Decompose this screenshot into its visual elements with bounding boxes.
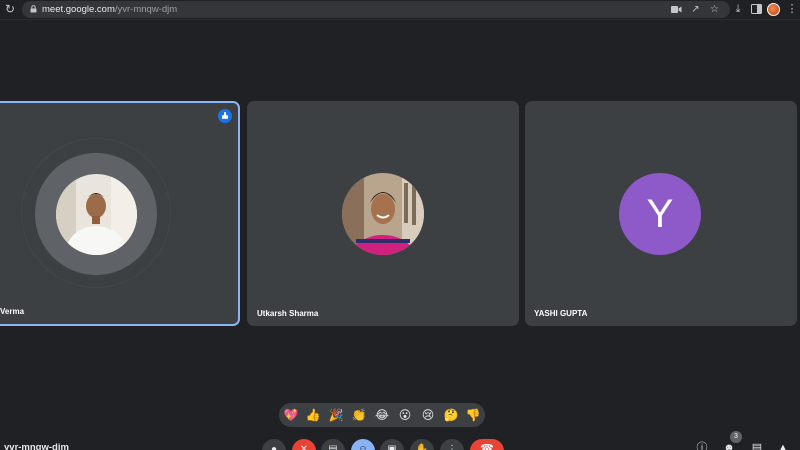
browser-toolbar: ↻ meet.google.com/yvr-mnqw-djm ↗ ☆ ⤓ ⋮ (0, 0, 800, 20)
reactions-button[interactable]: ☺ (351, 439, 375, 450)
reaction-surprised[interactable]: 😮 (397, 407, 413, 423)
leave-call-button[interactable]: ☎ (470, 439, 504, 450)
reaction-heart[interactable]: 💖 (283, 407, 299, 423)
raise-hand-button[interactable]: ✋ (410, 439, 434, 450)
url-text[interactable]: meet.google.com/yvr-mnqw-djm (42, 3, 177, 16)
captions-button[interactable]: ▤ (321, 439, 345, 450)
participant-name: YASHI GUPTA (534, 309, 588, 318)
reactions-bar: 💖 👍 🎉 👏 😂 😮 😢 🤔 👎 (279, 403, 485, 427)
profile-avatar[interactable] (767, 3, 780, 16)
people-icon[interactable]: ☻ (722, 441, 736, 450)
reaction-party-popper[interactable]: 🎉 (328, 407, 344, 423)
reaction-thumbs-down[interactable]: 👎 (465, 407, 481, 423)
avatar-photo (56, 174, 137, 255)
reaction-clapping[interactable]: 👏 (351, 407, 367, 423)
reaction-laughing[interactable]: 😂 (374, 407, 390, 423)
participant-name: Utkarsh Sharma (257, 309, 319, 318)
speaking-indicator-icon (218, 109, 232, 123)
url-domain: meet.google.com (42, 4, 115, 15)
participant-tile-yashi-gupta[interactable]: Y YASHI GUPTA (525, 101, 797, 326)
download-icon[interactable]: ⤓ (731, 2, 745, 16)
url-path: /yvr-mnqw-djm (114, 4, 178, 15)
present-icon: ▣ (387, 444, 397, 450)
more-options-button[interactable]: ⋮ (440, 439, 464, 450)
participant-name: Verma (0, 307, 25, 316)
more-menu-icon[interactable]: ⋮ (785, 2, 799, 16)
reload-icon[interactable]: ↻ (3, 2, 17, 16)
activities-icon[interactable]: ▲ (776, 441, 790, 450)
meeting-code: yvr-mnqw-djm (4, 442, 69, 450)
camera-off-button[interactable]: ✕ (292, 439, 316, 450)
more-vert-icon: ⋮ (447, 444, 457, 450)
side-panel-icon[interactable] (749, 2, 763, 16)
address-bar[interactable]: meet.google.com/yvr-mnqw-djm ↗ ☆ (22, 1, 730, 18)
camera-off-icon: ✕ (299, 444, 309, 450)
lock-icon[interactable] (30, 5, 37, 13)
emoji-icon: ☺ (357, 444, 369, 450)
captions-icon: ▤ (328, 444, 338, 450)
avatar-photo (342, 173, 424, 255)
hand-icon: ✋ (415, 444, 429, 450)
phone-hangup-icon: ☎ (480, 443, 494, 450)
meeting-info-icon[interactable]: ⓘ (695, 441, 709, 450)
microphone-button[interactable]: ● (262, 439, 286, 450)
participant-tile-utkarsh-sharma[interactable]: Utkarsh Sharma (247, 101, 519, 326)
reaction-thinking[interactable]: 🤔 (443, 407, 459, 423)
share-icon[interactable]: ↗ (689, 3, 702, 16)
bookmark-star-icon[interactable]: ☆ (708, 3, 721, 16)
reaction-sad[interactable]: 😢 (420, 407, 436, 423)
reaction-thumbs-up[interactable]: 👍 (305, 407, 321, 423)
microphone-icon: ● (270, 444, 278, 450)
camera-icon[interactable] (670, 3, 683, 16)
avatar-letter: Y (619, 173, 701, 255)
chat-icon[interactable]: ▤ (750, 441, 764, 450)
participant-tile-verma[interactable]: Verma (0, 101, 240, 326)
present-button[interactable]: ▣ (380, 439, 404, 450)
